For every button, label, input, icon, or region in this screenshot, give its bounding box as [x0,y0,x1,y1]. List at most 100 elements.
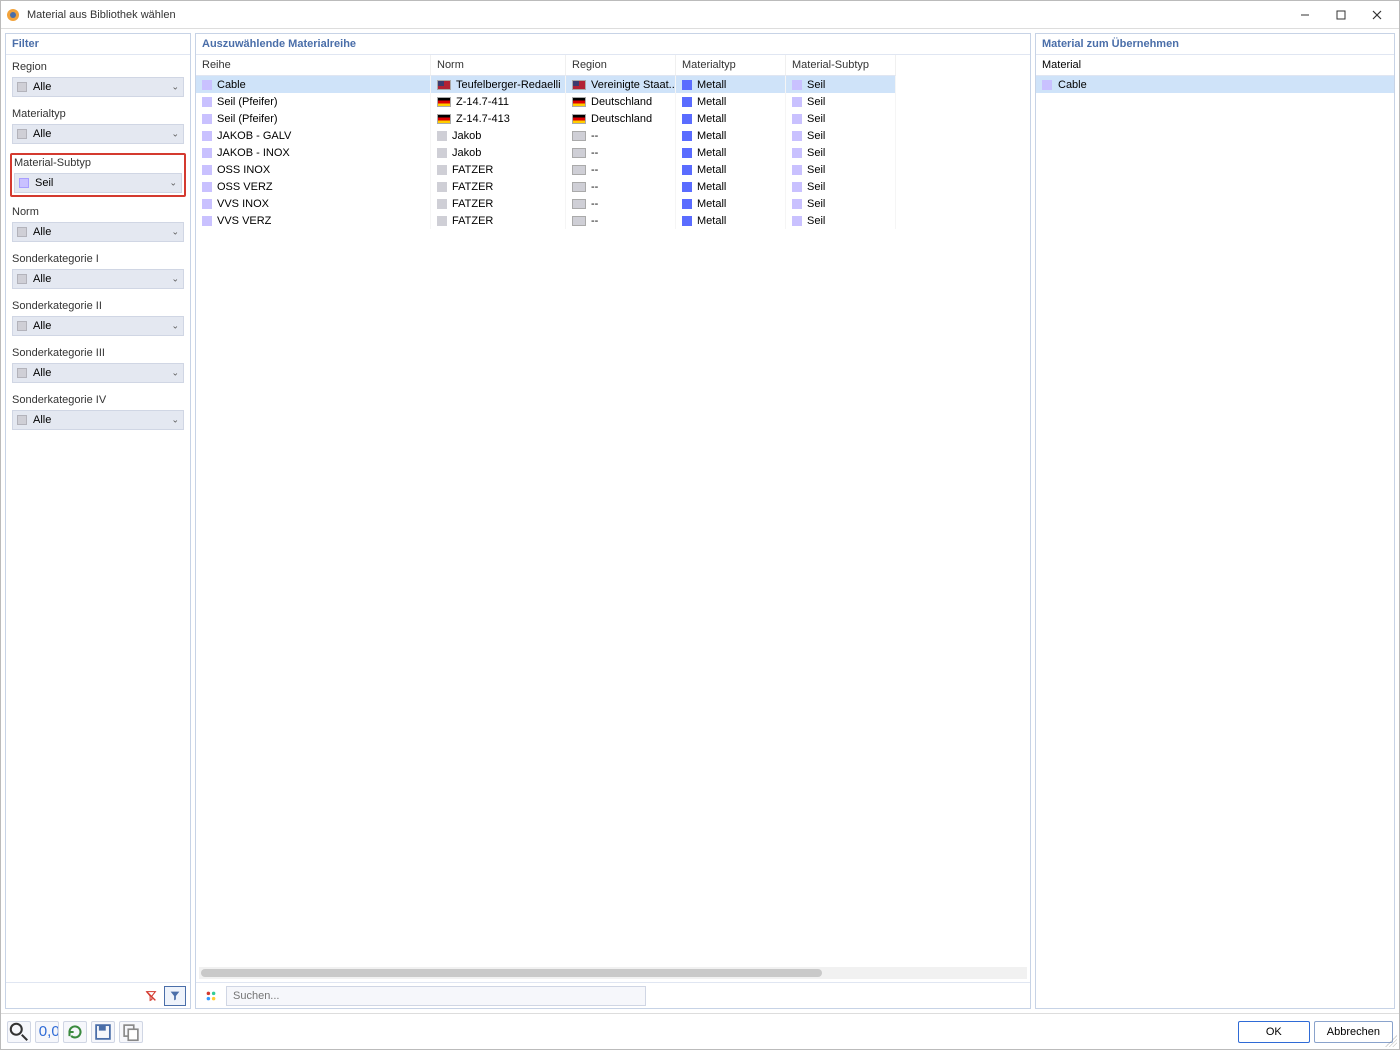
cell-reihe[interactable]: JAKOB - INOX [196,144,431,161]
cell-norm[interactable]: Z-14.7-411 [431,93,566,110]
tool-copy-button[interactable] [119,1021,143,1043]
maximize-button[interactable] [1323,1,1359,29]
cell-text: Metall [697,181,726,193]
cell-norm[interactable]: FATZER [431,178,566,195]
cell-text: Z-14.7-411 [456,96,509,108]
swatch-icon [792,199,802,209]
cell-typ[interactable]: Metall [676,178,786,195]
column-header[interactable]: Norm [431,55,566,76]
flag-icon [572,148,586,158]
column-header[interactable]: Materialtyp [676,55,786,76]
cell-norm[interactable]: FATZER [431,212,566,229]
cell-typ[interactable]: Metall [676,212,786,229]
cell-region[interactable]: -- [566,127,676,144]
filter-sk1-combo[interactable]: Alle⌄ [12,269,184,289]
cell-reihe[interactable]: Seil (Pfeifer) [196,93,431,110]
filter-sk2-combo[interactable]: Alle⌄ [12,316,184,336]
cell-sub[interactable]: Seil [786,178,896,195]
cell-sub[interactable]: Seil [786,76,896,93]
tool-units-button[interactable]: 0,00 [35,1021,59,1043]
cell-norm[interactable]: Z-14.7-413 [431,110,566,127]
cell-text: Seil [807,215,825,227]
cell-norm[interactable]: Teufelberger-Redaelli [431,76,566,93]
swatch-icon [17,415,27,425]
cell-typ[interactable]: Metall [676,127,786,144]
chevron-down-icon: ⌄ [171,415,179,426]
cell-typ[interactable]: Metall [676,110,786,127]
cell-reihe[interactable]: OSS VERZ [196,178,431,195]
swatch-icon [202,114,212,124]
cell-sub[interactable]: Seil [786,161,896,178]
tool-save-button[interactable] [91,1021,115,1043]
horizontal-scrollbar[interactable] [199,967,1027,979]
close-button[interactable] [1359,1,1395,29]
material-row[interactable]: Cable [1036,76,1394,93]
filter-label: Sonderkategorie I [12,253,184,265]
tool-refresh-button[interactable] [63,1021,87,1043]
cell-norm[interactable]: FATZER [431,161,566,178]
filter-sk4-combo[interactable]: Alle⌄ [12,410,184,430]
cell-reihe[interactable]: VVS INOX [196,195,431,212]
filter-panel: Filter RegionAlle⌄MaterialtypAlle⌄Materi… [5,33,191,1009]
swatch-icon [682,182,692,192]
column-header[interactable]: Region [566,55,676,76]
swatch-icon [17,227,27,237]
cell-region[interactable]: Vereinigte Staat... [566,76,676,93]
cell-sub[interactable]: Seil [786,212,896,229]
cell-reihe[interactable]: Seil (Pfeifer) [196,110,431,127]
cell-sub[interactable]: Seil [786,110,896,127]
cell-reihe[interactable]: OSS INOX [196,161,431,178]
filter-sk3-combo[interactable]: Alle⌄ [12,363,184,383]
column-header[interactable]: Reihe [196,55,431,76]
cell-text: FATZER [452,181,493,193]
cell-typ[interactable]: Metall [676,144,786,161]
cell-typ[interactable]: Metall [676,76,786,93]
filter-region-combo[interactable]: Alle⌄ [12,77,184,97]
cell-norm[interactable]: Jakob [431,127,566,144]
cell-text: -- [591,164,598,176]
cell-region[interactable]: -- [566,144,676,161]
cell-reihe[interactable]: JAKOB - GALV [196,127,431,144]
tool-search-button[interactable] [7,1021,31,1043]
cell-sub[interactable]: Seil [786,144,896,161]
cell-region[interactable]: -- [566,212,676,229]
cell-typ[interactable]: Metall [676,93,786,110]
cell-text: Seil [807,181,825,193]
cell-region[interactable]: -- [566,195,676,212]
footer: 0,00 OK Abbrechen [1,1013,1399,1049]
material-column-header: Material [1036,55,1394,76]
cell-sub[interactable]: Seil [786,93,896,110]
cell-text: Seil [807,130,825,142]
cell-norm[interactable]: Jakob [431,144,566,161]
cell-region[interactable]: -- [566,178,676,195]
cell-norm[interactable]: FATZER [431,195,566,212]
filter-mattyp-combo[interactable]: Alle⌄ [12,124,184,144]
cell-text: Vereinigte Staat... [591,79,676,91]
column-header[interactable]: Material-Subtyp [786,55,896,76]
cell-reihe[interactable]: VVS VERZ [196,212,431,229]
swatch-icon [202,80,212,90]
ok-button[interactable]: OK [1238,1021,1310,1043]
resize-grip[interactable] [1385,1035,1397,1047]
swatch-icon [682,165,692,175]
cell-region[interactable]: Deutschland [566,110,676,127]
cell-typ[interactable]: Metall [676,195,786,212]
cell-typ[interactable]: Metall [676,161,786,178]
apply-filter-button[interactable] [164,986,186,1006]
filter-matsub-combo[interactable]: Seil⌄ [14,173,182,193]
clear-filter-button[interactable] [140,986,162,1006]
group-toggle-button[interactable] [200,986,222,1006]
filter-value: Alle [33,81,51,93]
chevron-down-icon: ⌄ [171,368,179,379]
cell-text: -- [591,181,598,193]
cancel-button[interactable]: Abbrechen [1314,1021,1393,1043]
cell-region[interactable]: Deutschland [566,93,676,110]
cell-reihe[interactable]: Cable [196,76,431,93]
search-input[interactable] [226,986,646,1006]
cell-sub[interactable]: Seil [786,127,896,144]
filter-norm-combo[interactable]: Alle⌄ [12,222,184,242]
swatch-icon [202,131,212,141]
cell-region[interactable]: -- [566,161,676,178]
minimize-button[interactable] [1287,1,1323,29]
cell-sub[interactable]: Seil [786,195,896,212]
